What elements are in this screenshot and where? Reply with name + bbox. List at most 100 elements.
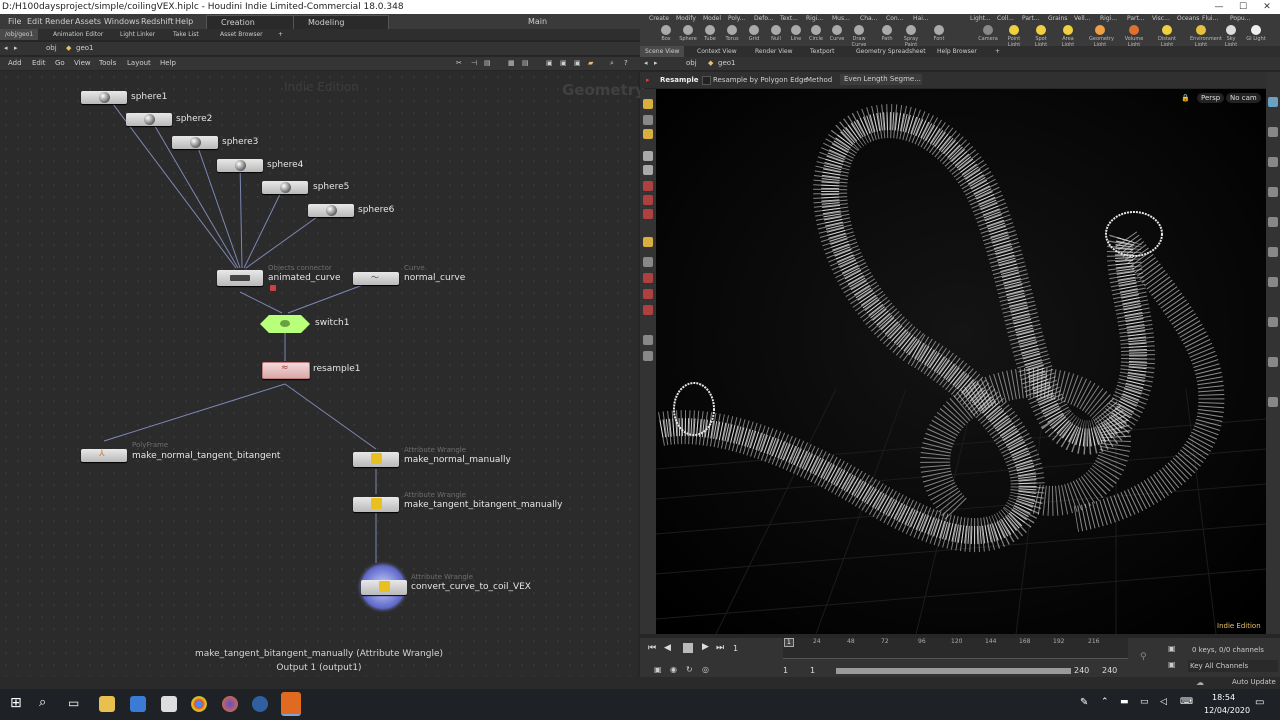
grid-view-icon[interactable]: ▦ [508, 57, 515, 70]
houdini-icon[interactable] [281, 692, 301, 716]
calculator-grid-icon[interactable] [130, 696, 146, 712]
search-icon[interactable]: ⌕ [39, 695, 46, 710]
net-menu-help[interactable]: Help [160, 57, 176, 70]
polygon-edge-checkbox[interactable] [702, 76, 711, 85]
start-frame-field-2[interactable]: 1 [810, 666, 815, 675]
shelf-tab[interactable]: Poly... [728, 14, 745, 24]
path-geo[interactable]: geo1 [76, 42, 94, 55]
menu-file[interactable]: File [8, 14, 21, 29]
tool-environment-light[interactable]: Environment Light [1190, 25, 1222, 48]
shelf-tab[interactable]: Cha... [860, 14, 877, 24]
net-menu-add[interactable]: Add [8, 57, 22, 70]
network-editor[interactable]: Indie Edition Geometry sphere1 sphere2 s… [0, 71, 645, 677]
tool-box[interactable]: Box [655, 25, 677, 46]
select-tool-icon[interactable] [643, 99, 653, 109]
scene-viewport[interactable]: 🔒 Persp No cam Indie Edition [656, 89, 1266, 634]
settings-icon[interactable]: ◎ [702, 665, 709, 674]
tool-distant-light[interactable]: Distant Light [1156, 25, 1178, 48]
menu-edit[interactable]: Edit [27, 14, 43, 29]
play-button[interactable]: ▶ [702, 642, 709, 652]
clock-time[interactable]: 18:54 [1212, 693, 1235, 702]
light-tool-icon[interactable] [643, 335, 653, 345]
display-option-icon[interactable] [1268, 317, 1278, 327]
display-option-icon[interactable] [1268, 357, 1278, 367]
shelf-tab[interactable]: Coll... [997, 14, 1014, 24]
node-resample1[interactable]: ≈ [262, 362, 310, 379]
display-option-icon[interactable] [1268, 397, 1278, 407]
tab-network[interactable]: /obj/geo1 [0, 29, 39, 40]
shelf-tab[interactable]: Con... [886, 14, 903, 24]
shelf-tab[interactable]: Modify [676, 14, 696, 24]
tool-sphere[interactable]: Sphere [677, 25, 699, 46]
menu-assets[interactable]: Assets [75, 14, 101, 29]
task-view-icon[interactable]: ▭ [68, 696, 79, 710]
shelf-tab[interactable]: Popu... [1230, 14, 1250, 24]
shelf-tab[interactable]: Rigi... [1100, 14, 1117, 24]
desktop-modeling-select[interactable]: Modeling [293, 15, 389, 30]
shelf-tab[interactable]: Rigi... [806, 14, 823, 24]
display-option-icon[interactable] [1268, 277, 1278, 287]
tool-sky-light[interactable]: Sky Light [1220, 25, 1242, 48]
shelf-tab[interactable]: Flui... [1202, 14, 1218, 24]
tool-gi-light[interactable]: GI Light [1245, 25, 1267, 46]
shelf-tab[interactable]: Grains [1048, 14, 1067, 24]
add-tab-button[interactable]: + [990, 46, 1005, 57]
net-menu-edit[interactable]: Edit [32, 57, 46, 70]
tool-geometry-light[interactable]: Geometry Light [1089, 25, 1114, 48]
node-sphere6[interactable] [308, 204, 354, 217]
add-tab-button[interactable]: + [273, 29, 288, 40]
display-option-icon[interactable] [1268, 97, 1278, 107]
pin-tool-icon[interactable] [643, 289, 653, 299]
shelf-tab[interactable]: Part... [1022, 14, 1040, 24]
language-icon[interactable]: ⌨ [1180, 697, 1193, 707]
record-tool-icon[interactable] [643, 305, 653, 315]
help-icon[interactable]: ? [624, 57, 628, 70]
shelf-tab[interactable]: Hai... [913, 14, 929, 24]
step-back-button[interactable]: ◀ [664, 643, 671, 653]
view-tool-icon[interactable] [643, 237, 653, 247]
path-obj[interactable]: obj [46, 42, 57, 55]
path-geo[interactable]: geo1 [718, 57, 736, 70]
shelf-tab[interactable]: Defo... [754, 14, 774, 24]
persp-menu[interactable]: Persp [1197, 93, 1225, 103]
tool-circle[interactable]: Circle [805, 25, 827, 46]
display-option-icon[interactable] [1268, 127, 1278, 137]
node-polyframe[interactable]: ⅄ [81, 449, 127, 462]
tab-geometry-spreadsheet[interactable]: Geometry Spreadsheet [851, 46, 931, 57]
shelf-tab[interactable]: Light... [970, 14, 991, 24]
tool-grid[interactable]: Grid [743, 25, 765, 46]
tab-help-browser[interactable]: Help Browser [932, 46, 982, 57]
tool-area-light[interactable]: Area Light [1057, 25, 1079, 48]
tool-null[interactable]: Null [765, 25, 787, 46]
tool-spray-paint[interactable]: Spray Paint [900, 25, 922, 48]
node-sphere3[interactable] [172, 136, 218, 149]
clock-date[interactable]: 12/04/2020 [1204, 706, 1250, 715]
node-normal-curve[interactable]: 〜 [353, 272, 399, 285]
menu-render[interactable]: Render [45, 14, 73, 29]
current-frame-field[interactable]: 1 [733, 644, 738, 653]
node-make-tangent-bitangent-manually[interactable] [353, 497, 399, 512]
handle-tool-icon[interactable] [643, 181, 653, 191]
net-menu-view[interactable]: View [74, 57, 91, 70]
jump-start-button[interactable]: ⏮ [648, 643, 656, 653]
layout-icon[interactable]: ▣ [546, 57, 553, 70]
net-menu-go[interactable]: Go [55, 57, 65, 70]
tray-arrow-icon[interactable]: ⌃ [1101, 697, 1109, 707]
tool-torus[interactable]: Torus [721, 25, 743, 46]
tool-line[interactable]: Line [785, 25, 807, 46]
end-frame-field[interactable]: 240 [1074, 666, 1089, 675]
node-make-normal-manually[interactable] [353, 452, 399, 467]
desktop-creation-select[interactable]: Creation [206, 15, 302, 30]
keyframe-icon[interactable]: ▣ [1168, 644, 1176, 653]
lock-tool-icon[interactable] [643, 165, 653, 175]
pose-tool-icon[interactable] [643, 195, 653, 205]
camera-menu[interactable]: No cam [1226, 93, 1261, 103]
maximize-button[interactable]: ☐ [1231, 0, 1255, 14]
snap-icon[interactable]: ⊣ [471, 57, 477, 70]
brush-tool-icon[interactable] [643, 209, 653, 219]
timeline-ruler[interactable]: 1 24 48 72 96 120 144 168 192 216 [783, 638, 1128, 659]
shelf-tab[interactable]: Model [703, 14, 721, 24]
volume-icon[interactable]: ◁ [1160, 697, 1167, 707]
close-button[interactable]: ✕ [1255, 0, 1279, 14]
back-arrow-icon[interactable]: ◂ [644, 57, 648, 70]
